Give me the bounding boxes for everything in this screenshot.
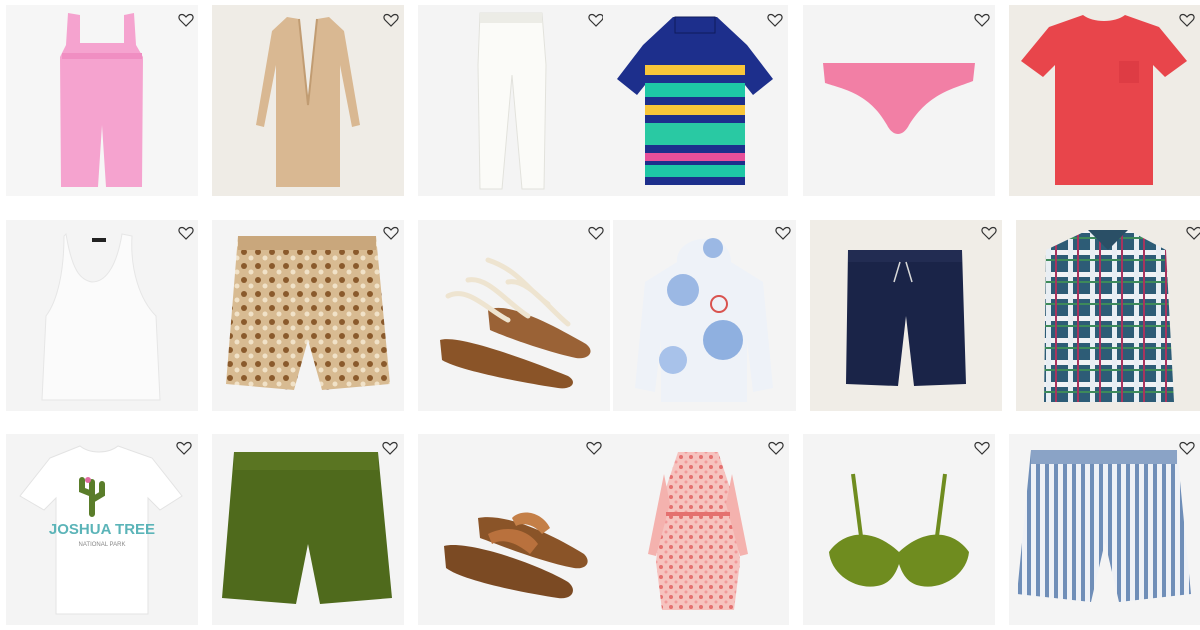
rope-sandals-image bbox=[440, 257, 591, 389]
white-pants-image bbox=[477, 12, 547, 190]
plaid-shirt-image bbox=[1044, 230, 1174, 402]
tie-dye-hoodie-image bbox=[635, 238, 773, 402]
pink-bikini-bottom-image bbox=[823, 63, 975, 134]
green-bikini-top-image bbox=[829, 473, 969, 587]
wishlist-heart-icon[interactable] bbox=[383, 12, 399, 28]
product-tile[interactable] bbox=[418, 5, 603, 196]
wishlist-heart-icon[interactable] bbox=[176, 440, 192, 456]
olive-shorts-image bbox=[222, 452, 392, 604]
camel-coat-image bbox=[256, 17, 360, 187]
product-tile[interactable] bbox=[418, 434, 610, 625]
wishlist-heart-icon[interactable] bbox=[588, 12, 603, 28]
wishlist-heart-icon[interactable] bbox=[974, 12, 990, 28]
product-tile[interactable] bbox=[212, 220, 404, 411]
wishlist-heart-icon[interactable] bbox=[768, 440, 784, 456]
wishlist-heart-icon[interactable] bbox=[1179, 12, 1195, 28]
leather-sandals-image bbox=[444, 512, 588, 599]
product-tile[interactable] bbox=[608, 434, 789, 625]
wishlist-heart-icon[interactable] bbox=[974, 440, 990, 456]
white-tank-image bbox=[41, 232, 161, 401]
graphic-tee-title: JOSHUA TREE bbox=[49, 521, 155, 538]
striped-polo-image bbox=[617, 16, 773, 185]
striped-shorts-image bbox=[1017, 450, 1191, 602]
wishlist-heart-icon[interactable] bbox=[1186, 225, 1200, 241]
product-tile[interactable] bbox=[418, 220, 610, 411]
product-tile[interactable] bbox=[603, 5, 788, 196]
wishlist-heart-icon[interactable] bbox=[775, 225, 791, 241]
wishlist-heart-icon[interactable] bbox=[767, 12, 783, 28]
product-tile[interactable] bbox=[810, 220, 1002, 411]
wishlist-heart-icon[interactable] bbox=[981, 225, 997, 241]
wishlist-heart-icon[interactable] bbox=[586, 440, 602, 456]
product-tile[interactable] bbox=[1016, 220, 1200, 411]
product-tile[interactable] bbox=[6, 5, 198, 196]
wishlist-heart-icon[interactable] bbox=[382, 440, 398, 456]
product-tile[interactable] bbox=[1009, 5, 1200, 196]
product-tile[interactable] bbox=[1009, 434, 1200, 625]
wishlist-heart-icon[interactable] bbox=[178, 225, 194, 241]
wishlist-heart-icon[interactable] bbox=[383, 225, 399, 241]
floral-dress-image bbox=[648, 452, 748, 610]
product-tile[interactable] bbox=[803, 434, 995, 625]
wishlist-heart-icon[interactable] bbox=[588, 225, 604, 241]
pink-romper-image bbox=[60, 13, 143, 187]
product-tile[interactable] bbox=[6, 220, 198, 411]
wishlist-heart-icon[interactable] bbox=[1179, 440, 1195, 456]
product-tile[interactable] bbox=[212, 5, 404, 196]
red-tshirt-image bbox=[1021, 15, 1187, 185]
graphic-tee-subtitle: NATIONAL PARK bbox=[79, 542, 126, 548]
navy-shorts-image bbox=[846, 250, 966, 386]
product-tile[interactable] bbox=[613, 220, 796, 411]
paisley-shorts-image bbox=[226, 236, 390, 390]
wishlist-heart-icon[interactable] bbox=[178, 12, 194, 28]
graphic-tee-image: JOSHUA TREE NATIONAL PARK bbox=[19, 445, 183, 615]
product-tile[interactable]: JOSHUA TREE NATIONAL PARK bbox=[6, 434, 198, 625]
product-tile[interactable] bbox=[803, 5, 995, 196]
product-tile[interactable] bbox=[212, 434, 404, 625]
